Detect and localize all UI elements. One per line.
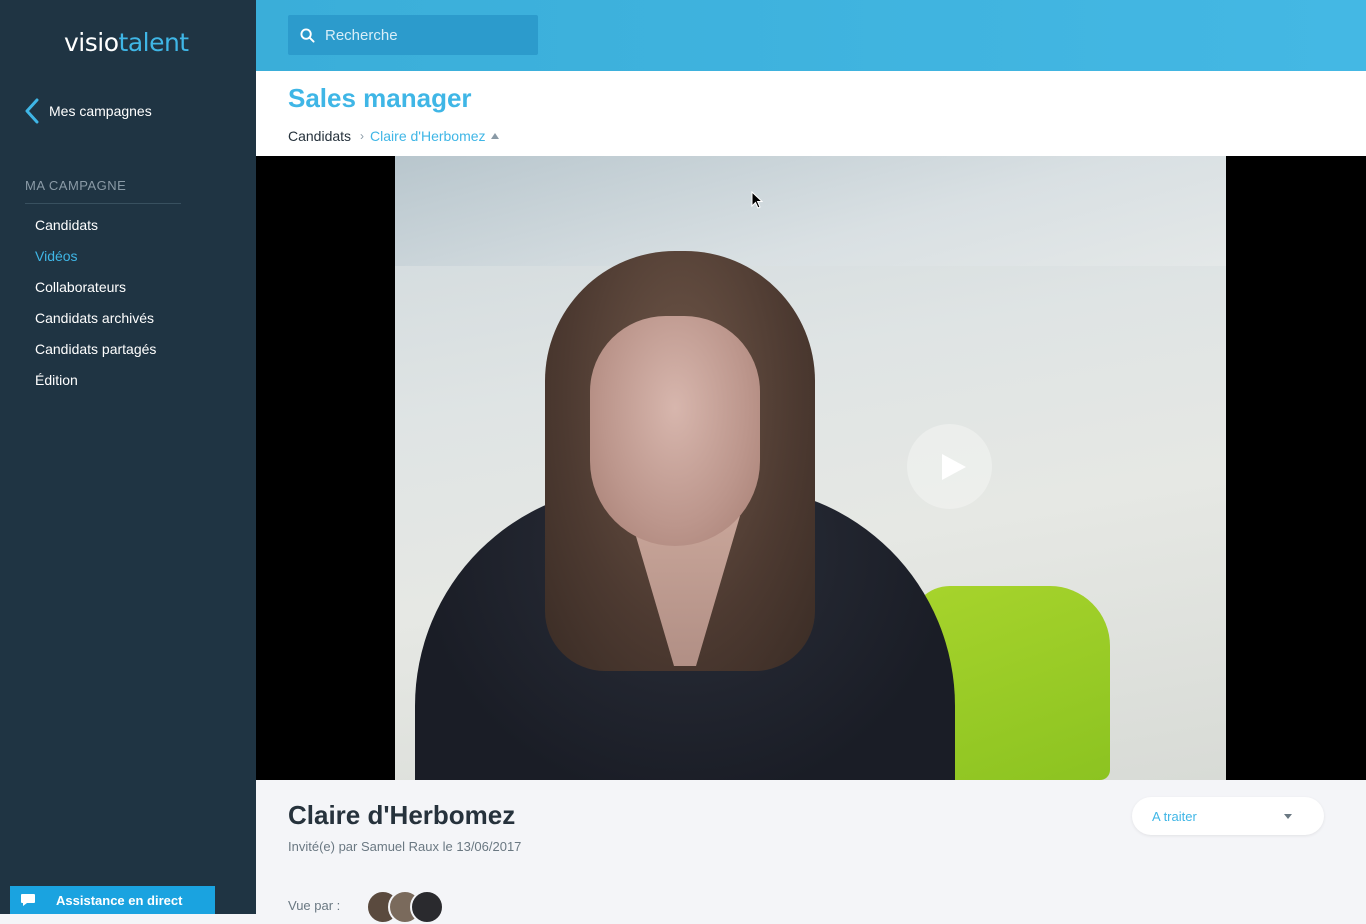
avatar[interactable] xyxy=(410,890,444,924)
logo-text-talent: talent xyxy=(118,28,190,57)
sidebar-item-edition[interactable]: Édition xyxy=(35,369,156,400)
breadcrumb-current-candidate[interactable]: Claire d'Herbomez xyxy=(370,128,486,144)
search-input[interactable] xyxy=(323,25,527,45)
chevron-right-icon: › xyxy=(360,129,365,143)
candidate-name: Claire d'Herbomez xyxy=(288,800,516,830)
section-divider xyxy=(25,203,181,204)
sidebar-item-candidats-archives[interactable]: Candidats archivés xyxy=(35,307,156,338)
live-assistance-button[interactable]: Assistance en direct xyxy=(10,886,215,914)
visiotalent-logo[interactable]: visiotalent xyxy=(64,28,189,57)
campaign-menu: Candidats Vidéos Collaborateurs Candidat… xyxy=(35,214,156,400)
back-label: Mes campagnes xyxy=(49,103,152,119)
viewer-avatars xyxy=(366,890,444,924)
sidebar-item-collaborateurs[interactable]: Collaborateurs xyxy=(35,276,156,307)
chat-bubble-icon xyxy=(21,894,35,906)
video-frame xyxy=(395,156,1226,780)
sidebar-item-candidats-partages[interactable]: Candidats partagés xyxy=(35,338,156,369)
video-player[interactable] xyxy=(256,156,1366,780)
back-to-campaigns-link[interactable]: Mes campagnes xyxy=(24,98,152,124)
seen-by-label: Vue par : xyxy=(288,898,341,913)
mouse-cursor-icon xyxy=(751,191,763,209)
candidate-info: Claire d'Herbomez Invité(e) par Samuel R… xyxy=(256,780,1366,924)
play-icon xyxy=(941,453,966,480)
video-background xyxy=(395,156,1226,266)
title-bar: Sales manager Candidats › Claire d'Herbo… xyxy=(256,71,1366,156)
page-title: Sales manager xyxy=(288,83,472,113)
sidebar-item-videos[interactable]: Vidéos xyxy=(35,245,156,276)
breadcrumb: Candidats › Claire d'Herbomez xyxy=(288,128,499,144)
breadcrumb-candidats[interactable]: Candidats xyxy=(288,128,351,144)
video-person-face xyxy=(590,316,760,546)
search-icon xyxy=(300,27,315,43)
dropdown-arrow-icon xyxy=(1284,813,1292,819)
search-box[interactable] xyxy=(288,15,538,55)
play-button[interactable] xyxy=(907,424,992,509)
sidebar-item-candidats[interactable]: Candidats xyxy=(35,214,156,245)
invited-by-text: Invité(e) par Samuel Raux le 13/06/2017 xyxy=(288,839,522,854)
sidebar: visiotalent Mes campagnes MA CAMPAGNE Ca… xyxy=(0,0,256,914)
status-dropdown[interactable]: A traiter xyxy=(1132,797,1324,835)
status-value: A traiter xyxy=(1152,808,1197,824)
section-title: MA CAMPAGNE xyxy=(25,178,127,193)
logo-text-visio: visio xyxy=(64,28,119,57)
top-bar xyxy=(256,0,1366,71)
chevron-left-icon xyxy=(25,98,39,124)
caret-up-icon[interactable] xyxy=(490,133,499,139)
assist-label: Assistance en direct xyxy=(56,892,183,908)
